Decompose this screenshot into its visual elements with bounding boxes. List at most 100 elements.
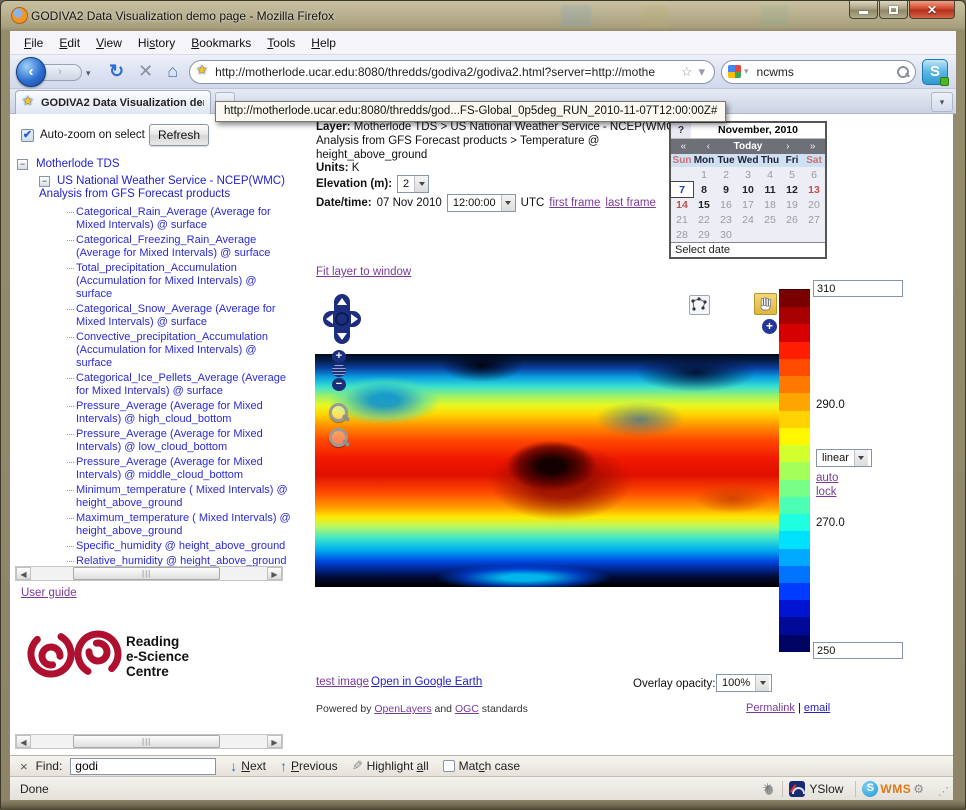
calendar-day[interactable]: 27 — [803, 212, 825, 227]
calendar-day[interactable]: 10 — [737, 182, 759, 197]
tree-service-label[interactable]: US National Weather Service - NCEP(WMC) … — [39, 175, 285, 200]
draw-polygon-button[interactable] — [689, 295, 710, 315]
calendar-day[interactable]: 26 — [781, 212, 803, 227]
user-guide-link[interactable]: User guide — [21, 587, 77, 599]
highlight-all-button[interactable]: ✎ Highlight all — [352, 758, 429, 774]
calendar-day[interactable]: 23 — [715, 212, 737, 227]
calendar-day[interactable]: 25 — [759, 212, 781, 227]
map-pan-control[interactable] — [323, 294, 361, 344]
menu-item-file[interactable]: File — [16, 33, 51, 53]
calendar-day[interactable]: 12 — [781, 182, 803, 197]
layer-tree-item[interactable]: Categorical_Freezing_Rain_Average (Avera… — [67, 234, 295, 260]
calendar-day[interactable]: 5 — [781, 167, 803, 182]
calendar-day[interactable]: 19 — [781, 197, 803, 212]
layer-tree-item[interactable]: Categorical_Ice_Pellets_Average (Average… — [67, 372, 295, 398]
url-bar[interactable]: ★ ☆ ▾ — [189, 60, 715, 84]
layer-tree-item[interactable]: Pressure_Average (Average for Mixed Inte… — [67, 400, 295, 426]
calendar-day[interactable]: 4 — [759, 167, 781, 182]
url-input[interactable] — [215, 65, 678, 79]
zoom-in-button[interactable]: + — [332, 350, 346, 363]
calendar-next-year-button[interactable]: » — [800, 141, 825, 152]
zoom-out-button[interactable]: − — [332, 378, 346, 391]
history-dropdown-icon[interactable]: ▾ — [86, 68, 91, 79]
ogc-link[interactable]: OGC — [455, 703, 479, 715]
scrollbar-thumb[interactable]: ||| — [73, 567, 219, 580]
calendar-day[interactable]: 28 — [671, 227, 693, 242]
minimize-button[interactable] — [849, 1, 878, 19]
calendar-day[interactable]: 29 — [693, 227, 715, 242]
tree-root-label[interactable]: Motherlode TDS — [36, 158, 120, 170]
search-bar[interactable]: ▾ — [721, 60, 916, 84]
calendar-day[interactable]: 24 — [737, 212, 759, 227]
find-next-button[interactable]: ↓ Next — [230, 758, 266, 774]
scale-max-input[interactable] — [813, 280, 903, 297]
scroll-right-icon[interactable]: ▶ — [267, 567, 282, 580]
calendar-day[interactable]: 7 — [671, 182, 693, 197]
refresh-button[interactable]: Refresh — [149, 124, 209, 146]
email-link[interactable]: email — [804, 702, 830, 714]
pan-down-icon[interactable] — [337, 333, 347, 340]
last-frame-link[interactable]: last frame — [605, 197, 656, 209]
calendar-day[interactable]: 2 — [715, 167, 737, 182]
scale-min-input[interactable] — [813, 642, 903, 659]
tree-node-root[interactable]: − Motherlode TDS — [17, 158, 120, 170]
menu-item-edit[interactable]: Edit — [51, 33, 88, 53]
firebug-icon[interactable] — [762, 782, 776, 796]
calendar-day[interactable]: 1 — [693, 167, 715, 182]
search-input[interactable] — [757, 65, 897, 79]
scroll-right-icon[interactable]: ▶ — [267, 735, 282, 748]
menu-item-help[interactable]: Help — [303, 33, 344, 53]
search-engine-dropdown-icon[interactable]: ▾ — [741, 66, 752, 77]
scroll-left-icon[interactable]: ◀ — [16, 567, 31, 580]
find-previous-button[interactable]: ↑ Previous — [280, 758, 338, 774]
google-earth-link[interactable]: Open in Google Earth — [371, 676, 482, 688]
layer-tree-item[interactable]: Categorical_Snow_Average (Average for Mi… — [67, 303, 295, 329]
pan-center-icon[interactable] — [335, 312, 349, 326]
calendar-day[interactable]: 15 — [693, 197, 715, 212]
opacity-select[interactable]: 100% — [716, 674, 772, 692]
title-bar[interactable]: GODIVA2 Data Visualization demo page - M… — [1, 1, 965, 31]
scale-spacing-select[interactable]: linear — [816, 449, 872, 467]
yslow-label[interactable]: YSlow — [809, 782, 843, 796]
menu-item-tools[interactable]: Tools — [259, 33, 303, 53]
menu-item-bookmarks[interactable]: Bookmarks — [183, 33, 259, 53]
calendar-day[interactable]: 13 — [803, 182, 825, 197]
scale-lock-link[interactable]: lock — [816, 486, 836, 498]
checkbox-icon[interactable] — [443, 760, 455, 772]
calendar-today-button[interactable]: Today — [721, 141, 776, 152]
wms-label[interactable]: WMS — [880, 782, 911, 796]
find-close-icon[interactable]: × — [20, 759, 28, 774]
calendar-day[interactable]: 16 — [715, 197, 737, 212]
layer-tree-item[interactable]: Minimum_temperature ( Mixed Intervals) @… — [67, 484, 295, 510]
scrollbar-track[interactable]: ||| — [31, 735, 267, 748]
find-input[interactable] — [70, 758, 216, 775]
calendar-prev-year-button[interactable]: « — [671, 141, 696, 152]
autozoom-checkbox[interactable]: ✔ — [21, 129, 34, 142]
calendar-day[interactable]: 22 — [693, 212, 715, 227]
tree-node-service[interactable]: − US National Weather Service - NCEP(WMC… — [39, 175, 287, 201]
calendar-day[interactable]: 3 — [737, 167, 759, 182]
calendar-day[interactable]: 8 — [693, 182, 715, 197]
menu-item-view[interactable]: View — [88, 33, 130, 53]
map-canvas[interactable] — [315, 354, 779, 587]
layer-tree-item[interactable]: Specific_humidity @ height_above_ground — [67, 540, 295, 553]
pan-up-icon[interactable] — [337, 298, 347, 305]
calendar-day[interactable]: 14 — [671, 197, 693, 212]
resize-grip[interactable]: ⋰ — [938, 785, 949, 798]
skype-status-icon[interactable]: S — [862, 781, 878, 797]
fit-layer-link[interactable]: Fit layer to window — [316, 266, 411, 278]
test-image-link[interactable]: test image — [316, 676, 369, 688]
layer-tree-item[interactable]: Maximum_temperature ( Mixed Intervals) @… — [67, 512, 295, 538]
pan-hand-button[interactable] — [754, 293, 777, 315]
stop-button[interactable]: ✕ — [138, 61, 153, 82]
calendar-prev-month-button[interactable]: ‹ — [696, 141, 721, 152]
page-horizontal-scrollbar[interactable]: ◀ ||| ▶ — [15, 734, 283, 749]
permalink-link[interactable]: Permalink — [746, 702, 795, 714]
search-icon[interactable] — [897, 66, 909, 78]
layer-switcher-button[interactable]: + — [762, 319, 777, 334]
menu-item-history[interactable]: History — [130, 33, 183, 53]
collapse-icon[interactable]: − — [17, 159, 28, 170]
maximize-button[interactable] — [879, 1, 908, 19]
google-icon[interactable] — [728, 65, 741, 78]
zoom-world-button[interactable] — [332, 364, 346, 377]
